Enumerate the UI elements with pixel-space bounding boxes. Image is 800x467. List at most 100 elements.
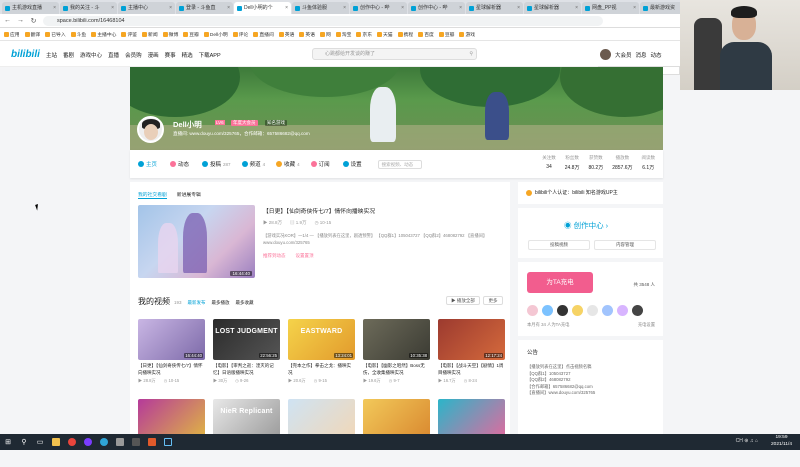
windows-start-icon[interactable]: ⊞ bbox=[3, 437, 13, 447]
charge-settings-link[interactable]: 充电设置 bbox=[638, 322, 655, 328]
app-icon[interactable] bbox=[83, 437, 93, 447]
bookmark-item[interactable]: 直播间 bbox=[253, 31, 274, 38]
creator-center-title[interactable]: ◉ 创作中心 › bbox=[564, 220, 608, 231]
charge-button[interactable]: 为TA充电 bbox=[527, 272, 593, 293]
forward-icon[interactable]: → bbox=[17, 17, 24, 24]
bookmark-item[interactable]: 斗鱼 bbox=[70, 31, 86, 38]
profile-tab[interactable]: 设置 bbox=[342, 160, 364, 168]
site-nav-item[interactable]: 游戏中心 bbox=[80, 51, 102, 59]
bookmark-item[interactable]: 豆瓣 bbox=[183, 31, 199, 38]
bookmark-item[interactable]: Dell小明 bbox=[203, 31, 228, 38]
task-view-icon[interactable]: ▭ bbox=[35, 437, 45, 447]
close-tab-icon[interactable]: × bbox=[633, 2, 636, 14]
browser-tab[interactable]: 登录 - 斗鱼直 × bbox=[176, 2, 233, 14]
browser-tab[interactable]: 主机游戏直播 × bbox=[2, 2, 59, 14]
site-nav-item[interactable]: 下载APP bbox=[199, 51, 221, 59]
video-card[interactable]: 16:44:40 【日更】【仙剑奇侠传七/7】情怀向播映实况 ▶ 28.8万 ◷ 10… bbox=[138, 319, 205, 387]
bookmark-item[interactable]: 京东 bbox=[356, 31, 372, 38]
subtab[interactable]: 新进展专辑 bbox=[177, 191, 201, 199]
profile-tab[interactable]: 收藏 4 bbox=[276, 160, 300, 168]
bookmark-item[interactable]: 豆瓣 bbox=[438, 31, 454, 38]
site-nav-item[interactable]: 主站 bbox=[46, 51, 57, 59]
order-most-favorited[interactable]: 最多收藏 bbox=[236, 300, 254, 306]
edge-icon[interactable] bbox=[99, 437, 109, 447]
fan-avatar[interactable] bbox=[542, 305, 553, 316]
bookmark-item[interactable]: 翻译 bbox=[24, 31, 40, 38]
browser-tab[interactable]: 星球解析器 × bbox=[466, 2, 523, 14]
video-card[interactable] bbox=[138, 399, 205, 467]
bookmark-item[interactable]: 已导入 bbox=[45, 31, 66, 38]
fan-avatar[interactable] bbox=[602, 305, 613, 316]
site-nav-item[interactable]: 直播 bbox=[108, 51, 119, 59]
profile-tab[interactable]: 动态 bbox=[170, 160, 191, 168]
taskbar-clock[interactable]: 19:59 2021/11/4 bbox=[771, 435, 792, 448]
bookmark-item[interactable]: 英语 bbox=[299, 31, 315, 38]
app-icon[interactable] bbox=[147, 437, 157, 447]
site-nav-item[interactable]: 赛事 bbox=[165, 51, 176, 59]
bookmark-item[interactable]: 网 bbox=[319, 31, 331, 38]
system-tray[interactable]: CH ⊕ ♫ ⌂ bbox=[736, 438, 758, 444]
bookmark-item[interactable]: 游戏 bbox=[459, 31, 475, 38]
bookmark-item[interactable]: 淘宝 bbox=[335, 31, 351, 38]
browser-tab[interactable]: Dell小明的个 × bbox=[234, 2, 291, 14]
browser-tab[interactable]: 我的关注 - 斗 × bbox=[60, 2, 117, 14]
close-tab-icon[interactable]: × bbox=[517, 2, 520, 14]
header-vip[interactable]: 大会员 bbox=[615, 51, 632, 59]
url-input[interactable]: space.bilibili.com/16468104 bbox=[43, 15, 603, 26]
user-avatar[interactable] bbox=[600, 49, 611, 60]
order-latest[interactable]: 最新发布 bbox=[188, 300, 206, 306]
close-tab-icon[interactable]: × bbox=[401, 2, 404, 14]
reload-icon[interactable]: ↻ bbox=[30, 17, 37, 25]
video-title[interactable]: 【电影】【幽影之昭然】Boss无伤，全收集播映实况 bbox=[363, 363, 430, 376]
app-icon[interactable] bbox=[115, 437, 125, 447]
featured-video-thumbnail[interactable]: 16:44:40 bbox=[138, 205, 255, 278]
video-card[interactable] bbox=[288, 399, 355, 467]
site-nav-item[interactable]: 会员购 bbox=[125, 51, 142, 59]
fan-avatar[interactable] bbox=[587, 305, 598, 316]
bookmark-item[interactable]: 天猫 bbox=[377, 31, 393, 38]
search-icon[interactable]: ⚲ bbox=[19, 437, 29, 447]
close-tab-icon[interactable]: × bbox=[111, 2, 114, 14]
more-button[interactable]: 更多 bbox=[483, 296, 503, 305]
video-title[interactable]: 【日更】【仙剑奇侠传七/7】情怀向播映实况 bbox=[138, 363, 205, 376]
file-explorer-icon[interactable] bbox=[51, 437, 61, 447]
bookmark-item[interactable]: 新闻 bbox=[142, 31, 158, 38]
site-search-input[interactable]: 心跳都给开发谈的赚了 ⚲ bbox=[312, 48, 477, 60]
bilibili-logo[interactable]: bilibili bbox=[11, 49, 40, 60]
fan-avatar[interactable] bbox=[572, 305, 583, 316]
bookmark-item[interactable]: 主播中心 bbox=[91, 31, 116, 38]
video-title[interactable]: 【电影】【战斗天空】【剧情】1周目播映实况 bbox=[438, 363, 505, 376]
video-thumbnail[interactable]: 12:17:24 bbox=[438, 319, 505, 360]
close-tab-icon[interactable]: × bbox=[575, 2, 578, 14]
fan-avatar[interactable] bbox=[617, 305, 628, 316]
bookmark-item[interactable]: 评论 bbox=[232, 31, 248, 38]
bookmark-item[interactable]: 应用 bbox=[4, 31, 20, 38]
video-card[interactable] bbox=[438, 399, 505, 467]
profile-tab[interactable]: 频道 4 bbox=[241, 160, 265, 168]
profile-avatar[interactable] bbox=[137, 116, 164, 143]
video-thumbnail[interactable]: 10:35:38 bbox=[363, 319, 430, 360]
site-nav-item[interactable]: 精选 bbox=[182, 51, 193, 59]
video-card[interactable] bbox=[363, 399, 430, 467]
subtab[interactable]: 我的社交看剧 bbox=[138, 191, 167, 199]
profile-tab[interactable]: 主页 bbox=[138, 160, 159, 168]
video-card[interactable]: 12:17:24 【电影】【战斗天空】【剧情】1周目播映实况 ▶ 16.7万 ◷ 8-… bbox=[438, 319, 505, 387]
close-tab-icon[interactable]: × bbox=[53, 2, 56, 14]
close-tab-icon[interactable]: × bbox=[459, 2, 462, 14]
close-tab-icon[interactable]: × bbox=[285, 2, 288, 14]
pin-button[interactable]: 设置置顶 bbox=[296, 253, 314, 259]
browser-tab[interactable]: 主播中心 × bbox=[118, 2, 175, 14]
browser-tab[interactable]: 创作中心 - 哔 × bbox=[408, 2, 465, 14]
video-title[interactable]: 【电影】【审判之逝：湮灭的记忆】日语版播映实况 bbox=[213, 363, 280, 376]
header-messages[interactable]: 消息 bbox=[636, 51, 647, 59]
close-tab-icon[interactable]: × bbox=[227, 2, 230, 14]
bookmark-item[interactable]: 携程 bbox=[397, 31, 413, 38]
chrome-icon[interactable] bbox=[67, 437, 77, 447]
profile-search-input[interactable]: 搜索视频、动态 bbox=[377, 159, 422, 169]
fan-avatar[interactable] bbox=[557, 305, 568, 316]
video-card[interactable]: 10:35:38 【电影】【幽影之昭然】Boss无伤，全收集播映实况 ▶ 19.6万… bbox=[363, 319, 430, 387]
video-thumbnail[interactable]: LOST JUDGMENT 22:56:25 bbox=[213, 319, 280, 360]
fan-avatar[interactable] bbox=[632, 305, 643, 316]
browser-tab[interactable]: 斗鱼体验服 × bbox=[292, 2, 349, 14]
video-title[interactable]: 【完本之作】拳击之戈：播映实况 bbox=[288, 363, 355, 376]
